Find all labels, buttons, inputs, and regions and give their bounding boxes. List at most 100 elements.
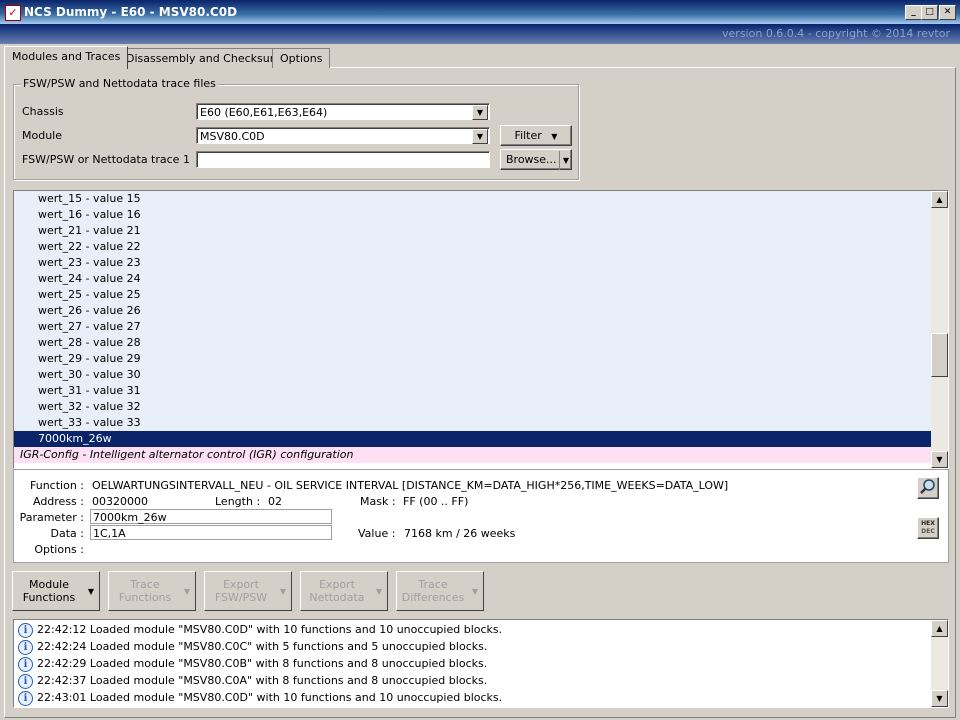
export-fsw-psw-button[interactable]: Export FSW/PSW ▼ [204,571,292,611]
filter-button[interactable]: Filter ▼ [500,125,572,146]
hex-text: HEX [921,520,935,527]
dropdown-arrow-icon: ▼ [183,587,190,596]
magnifier-icon [920,479,935,494]
list-item[interactable]: wert_33 - value 33 [14,415,931,431]
btn-line2: FSW/PSW [214,591,268,604]
module-combo[interactable]: MSV80.C0D ▼ [196,127,490,144]
version-banner: version 0.6.0.4 - copyright © 2014 revto… [0,24,960,44]
btn-line2: Differences [401,591,465,604]
module-functions-button[interactable]: Module Functions ▼ [12,571,100,611]
close-button[interactable]: ✕ [939,5,956,20]
scroll-thumb[interactable] [931,333,948,377]
btn-line2: Nettodata [309,591,365,604]
scroll-up-icon[interactable]: ▲ [931,620,948,637]
list-scrollbar[interactable]: ▲ ▼ [931,191,948,468]
btn-line1: Export [318,578,355,591]
address-value: 00320000 [92,495,148,508]
tab-modules-and-traces[interactable]: Modules and Traces [4,46,129,69]
scroll-down-icon[interactable]: ▼ [931,451,948,468]
minimize-button[interactable]: _ [905,5,922,20]
value-value: 7168 km / 26 weeks [404,527,516,540]
log-entry: i 22:42:24 Loaded module "MSV80.C0C" with… [18,638,487,655]
scroll-up-icon[interactable]: ▲ [931,191,948,208]
list-item[interactable]: wert_28 - value 28 [14,335,931,351]
module-value: MSV80.C0D [200,130,265,143]
data-field[interactable]: 1C,1A [90,525,332,540]
btn-line2: Functions [22,591,76,604]
info-icon: i [18,690,33,706]
title-bar: ✓ NCS Dummy - E60 - MSV80.C0D _ □ ✕ [0,0,960,24]
chassis-value: E60 (E60,E61,E63,E64) [200,106,328,119]
info-icon: i [18,639,33,655]
browse-label: Browse... [506,153,557,166]
trace-functions-button[interactable]: Trace Functions ▼ [108,571,196,611]
tab-options[interactable]: Options [272,48,331,68]
list-item[interactable]: wert_31 - value 31 [14,383,931,399]
mask-value: FF (00 .. FF) [403,495,469,508]
dropdown-arrow-icon: ▼ [87,587,94,596]
parameter-label: Parameter : [19,511,84,524]
group-legend: FSW/PSW and Nettodata trace files [21,77,218,90]
options-label: Options : [34,543,84,556]
list-item[interactable]: wert_24 - value 24 [14,271,931,287]
length-value: 02 [268,495,282,508]
log-scrollbar[interactable]: ▲ ▼ [931,620,948,707]
list-item[interactable]: wert_29 - value 29 [14,351,931,367]
log-entry: i 22:42:37 Loaded module "MSV80.C0A" with… [18,672,487,689]
list-item[interactable]: wert_32 - value 32 [14,399,931,415]
log-list[interactable]: i 22:42:12 Loaded module "MSV80.C0D" with… [13,619,949,708]
list-item-selected[interactable]: 7000km_26w [14,431,931,447]
list-item[interactable]: wert_21 - value 21 [14,223,931,239]
list-item[interactable]: wert_30 - value 30 [14,367,931,383]
maximize-button[interactable]: □ [921,5,938,20]
trace-input[interactable] [196,151,490,168]
module-label: Module [22,129,62,142]
dropdown-arrow-icon[interactable]: ▼ [558,151,569,170]
mask-label: Mask : [360,495,396,508]
app-check-icon: ✓ [5,5,21,21]
scroll-down-icon[interactable]: ▼ [931,690,948,707]
btn-line1: Module [29,578,69,591]
magnifier-button[interactable] [917,477,939,499]
btn-line2: Functions [118,591,172,604]
chassis-label: Chassis [22,105,64,118]
function-value-list[interactable]: wert_15 - value 15 wert_16 - value 16 we… [13,190,949,469]
btn-line1: Export [222,578,259,591]
list-item[interactable]: wert_22 - value 22 [14,239,931,255]
list-item[interactable]: wert_25 - value 25 [14,287,931,303]
dropdown-arrow-icon: ▼ [471,587,478,596]
export-nettodata-button[interactable]: Export Nettodata ▼ [300,571,388,611]
trace-differences-button[interactable]: Trace Differences ▼ [396,571,484,611]
window-title: NCS Dummy - E60 - MSV80.C0D [24,5,238,19]
list-item[interactable]: wert_26 - value 26 [14,303,931,319]
tab-disassembly-and-checksums[interactable]: Disassembly and Checksums [118,48,295,68]
function-label: Function : [30,479,84,492]
chevron-down-icon[interactable]: ▼ [472,105,488,120]
version-text: version 0.6.0.4 - copyright © 2014 revto… [722,27,950,40]
browse-button[interactable]: Browse... ▼ [500,149,572,170]
parameter-field[interactable]: 7000km_26w [90,509,332,524]
dropdown-arrow-icon: ▼ [551,132,558,141]
chassis-combo[interactable]: E60 (E60,E61,E63,E64) ▼ [196,103,490,120]
list-item[interactable]: wert_15 - value 15 [14,191,931,207]
length-label: Length : [215,495,261,508]
address-label: Address : [32,495,84,508]
dropdown-arrow-icon: ▼ [375,587,382,596]
function-details: Function : OELWARTUNGSINTERVALL_NEU - OI… [13,469,949,563]
config-item[interactable]: IGR-Config - Intelligent alternator cont… [14,447,931,463]
info-icon: i [18,656,33,672]
list-item[interactable]: wert_23 - value 23 [14,255,931,271]
log-entry: i 22:42:12 Loaded module "MSV80.C0D" with… [18,621,502,638]
hex-dec-toggle[interactable]: HEX DEC [917,517,939,539]
chevron-down-icon[interactable]: ▼ [472,129,488,144]
function-value: OELWARTUNGSINTERVALL_NEU - OIL SERVICE I… [92,479,729,492]
list-item[interactable]: wert_16 - value 16 [14,207,931,223]
info-icon: i [18,622,33,638]
dropdown-arrow-icon: ▼ [279,587,286,596]
info-icon: i [18,673,33,689]
btn-line1: Trace [130,578,160,591]
data-label: Data : [50,527,84,540]
btn-line1: Trace [418,578,448,591]
list-item[interactable]: wert_27 - value 27 [14,319,931,335]
trace-label: FSW/PSW or Nettodata trace 1 [22,153,190,166]
